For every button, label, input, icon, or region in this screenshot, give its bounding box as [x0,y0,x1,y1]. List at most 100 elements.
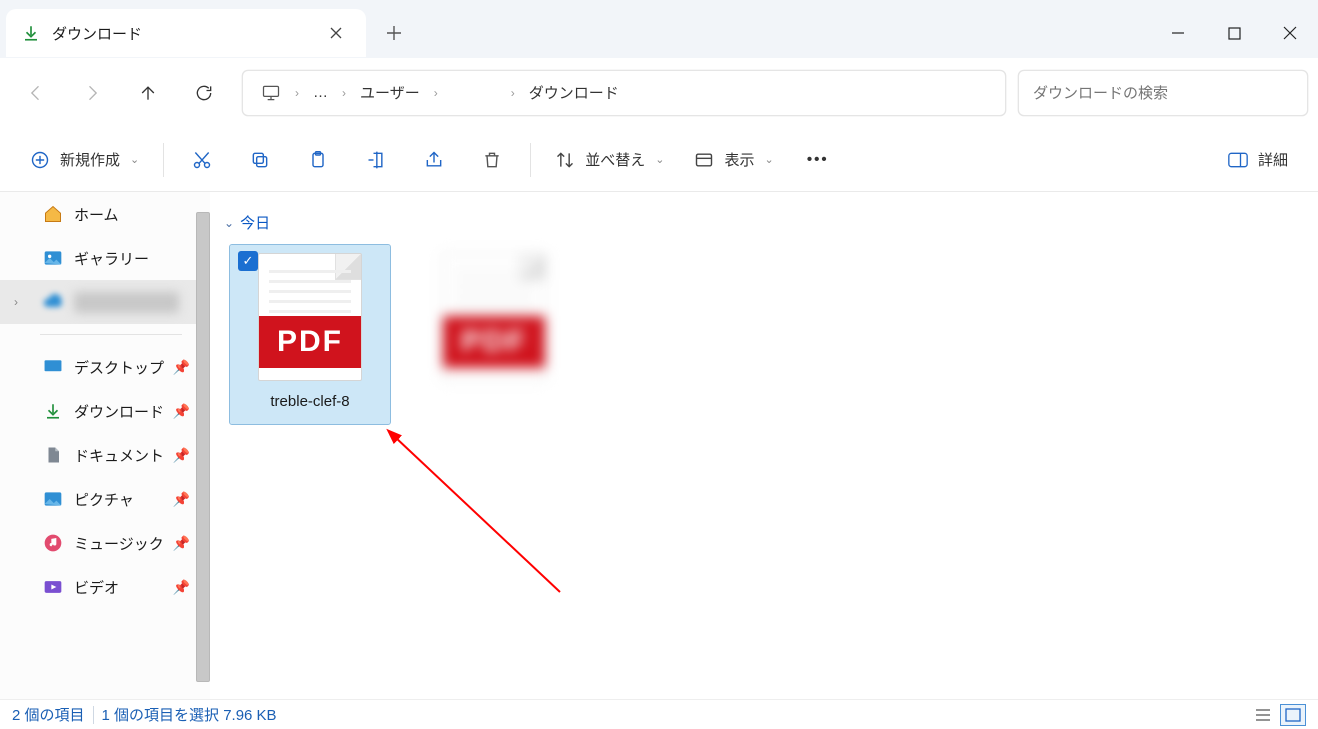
sidebar-item-videos[interactable]: ビデオ 📌 [0,565,210,609]
pdf-badge: PDF [258,316,362,368]
new-tab-button[interactable] [374,13,414,53]
chevron-down-icon: ⌄ [130,153,139,166]
window-controls [1150,9,1318,57]
overflow-crumbs-button[interactable]: … [305,80,336,105]
sidebar-item-label [74,292,179,313]
pin-icon[interactable]: 📌 [173,359,190,376]
details-view-button[interactable] [1250,704,1276,726]
overflow-button[interactable]: ••• [792,142,844,178]
share-icon [424,150,444,170]
sidebar-item-label: ホーム [74,204,119,225]
trash-icon [482,150,502,170]
toolbar: 新規作成 ⌄ 並べ替え ⌄ 表示 ⌄ ••• 詳細 [0,128,1318,192]
nav-back-button[interactable] [10,71,62,115]
pin-icon[interactable]: 📌 [173,403,190,420]
chevron-right-icon[interactable]: › [505,86,521,100]
chevron-right-icon[interactable]: › [289,86,305,100]
view-button[interactable]: 表示 ⌄ [682,141,785,178]
window-maximize-button[interactable] [1206,13,1262,53]
pictures-icon [42,488,64,510]
sidebar-item-home[interactable]: ホーム [0,192,210,236]
status-item-count: 2 個の項目 [12,704,85,725]
share-button[interactable] [408,142,460,178]
checkbox-checked-icon[interactable]: ✓ [238,251,258,271]
pdf-file-icon: PDF [442,253,546,381]
file-item-redacted[interactable]: PDF [414,245,574,424]
file-item[interactable]: ✓ PDF treble-clef-8 [230,245,390,424]
sidebar-item-gallery[interactable]: ギャラリー [0,236,210,280]
chevron-down-icon: ⌄ [655,153,664,166]
sidebar-item-music[interactable]: ミュージック 📌 [0,521,210,565]
details-pane-button[interactable]: 詳細 [1216,141,1300,178]
download-icon [22,24,40,42]
chevron-right-icon[interactable]: › [336,86,352,100]
icons-view-button[interactable] [1280,704,1306,726]
new-label: 新規作成 [60,149,120,170]
cut-button[interactable] [176,142,228,178]
sidebar-divider [40,334,182,335]
sidebar-item-downloads[interactable]: ダウンロード 📌 [0,389,210,433]
search-placeholder: ダウンロードの検索 [1033,82,1168,103]
chevron-right-icon[interactable]: › [14,295,18,309]
tab-close-button[interactable] [324,21,348,45]
sort-label: 並べ替え [585,149,645,170]
details-pane-icon [1228,150,1248,170]
group-header-today[interactable]: ⌄ 今日 [222,208,1306,243]
file-name [464,393,524,414]
content-area[interactable]: ⌄ 今日 ✓ PDF treble-clef-8 PDF [210,192,1318,699]
sort-icon [555,150,575,170]
crumb-username-redacted[interactable] [444,78,505,107]
music-icon [42,532,64,554]
pin-icon[interactable]: 📌 [173,491,190,508]
videos-icon [42,576,64,598]
window-close-button[interactable] [1262,13,1318,53]
sidebar-item-label: ミュージック [74,533,164,554]
tab-downloads[interactable]: ダウンロード [6,9,366,57]
search-input[interactable]: ダウンロードの検索 [1018,70,1308,116]
paste-icon [308,150,328,170]
pin-icon[interactable]: 📌 [173,579,190,596]
rename-icon [366,150,386,170]
nav-forward-button[interactable] [66,71,118,115]
status-selection: 1 個の項目を選択 7.96 KB [102,704,277,725]
annotation-arrow [380,422,600,642]
sidebar-item-cloud-redacted[interactable]: › [0,280,210,324]
nav-up-button[interactable] [122,71,174,115]
sort-button[interactable]: 並べ替え ⌄ [543,141,676,178]
sidebar-item-pictures[interactable]: ピクチャ 📌 [0,477,210,521]
new-button[interactable]: 新規作成 ⌄ [18,141,151,178]
sidebar-item-label: デスクトップ [74,357,164,378]
sidebar: ホーム ギャラリー › デスクトップ 📌 ダウンロード 📌 ドキュメント 📌 [0,192,210,699]
sidebar-item-documents[interactable]: ドキュメント 📌 [0,433,210,477]
title-bar: ダウンロード [0,0,1318,58]
desktop-icon [42,356,64,378]
rename-button[interactable] [350,142,402,178]
download-icon [42,400,64,422]
copy-icon [250,150,270,170]
pin-icon[interactable]: 📌 [173,535,190,552]
pin-icon[interactable]: 📌 [173,447,190,464]
nav-refresh-button[interactable] [178,71,230,115]
chevron-right-icon[interactable]: › [428,86,444,100]
sidebar-item-label: ビデオ [74,577,119,598]
ellipsis-icon: ••• [808,150,828,170]
pdf-file-icon: PDF [258,253,362,381]
sidebar-item-label: ピクチャ [74,489,134,510]
chevron-down-icon: ⌄ [224,216,234,230]
tab-title: ダウンロード [52,23,324,44]
scrollbar-thumb[interactable] [196,212,210,682]
this-pc-icon[interactable] [253,79,289,107]
window-minimize-button[interactable] [1150,13,1206,53]
toolbar-separator [530,143,531,177]
sidebar-item-desktop[interactable]: デスクトップ 📌 [0,345,210,389]
crumb-downloads[interactable]: ダウンロード [521,78,627,107]
sidebar-item-label: ギャラリー [74,248,149,269]
paste-button[interactable] [292,142,344,178]
delete-button[interactable] [466,142,518,178]
pdf-badge: PDF [442,316,546,368]
chevron-down-icon: ⌄ [764,153,773,166]
copy-button[interactable] [234,142,286,178]
sidebar-item-label: ダウンロード [74,401,164,422]
address-bar[interactable]: › … › ユーザー › › ダウンロード [242,70,1006,116]
crumb-users[interactable]: ユーザー [352,78,428,107]
